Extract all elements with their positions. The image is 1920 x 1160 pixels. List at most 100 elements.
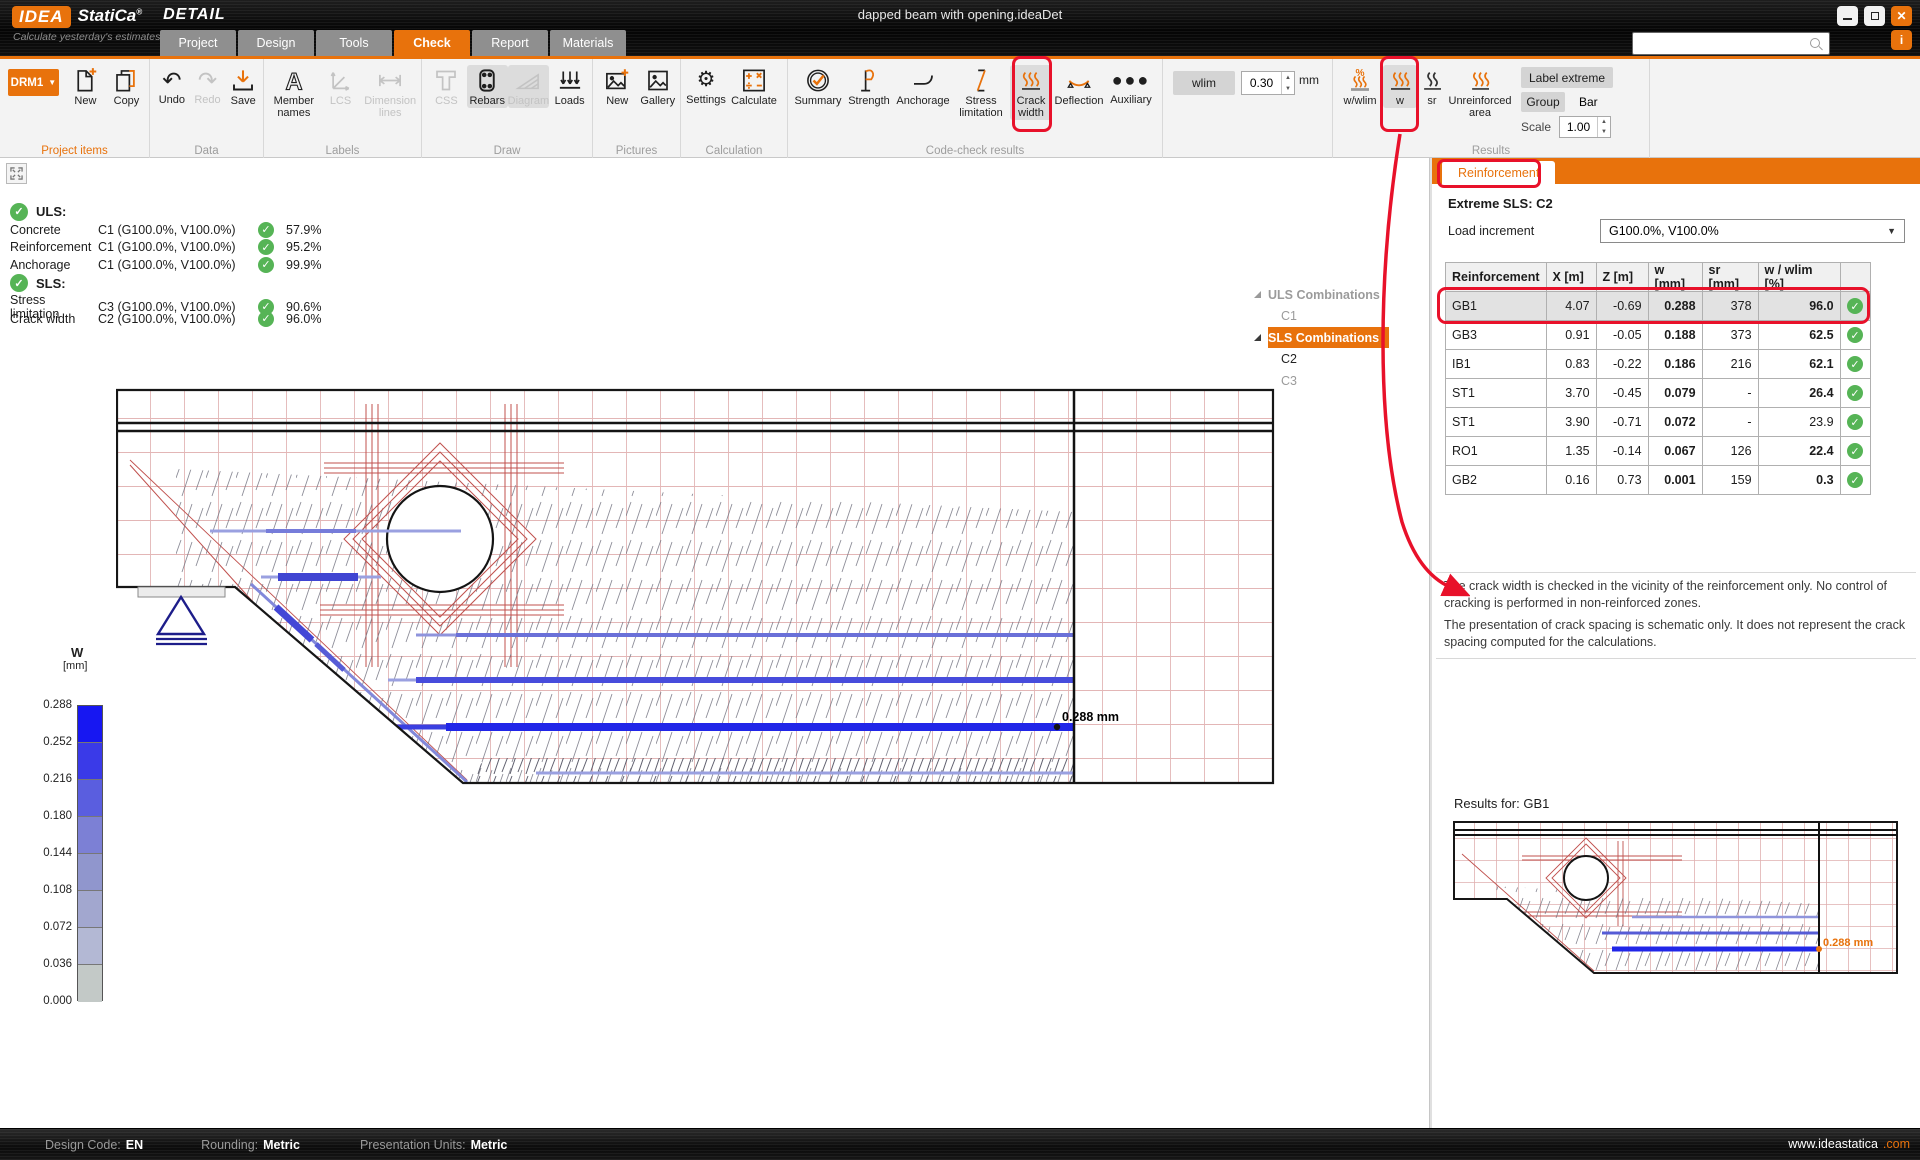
save-button[interactable]: Save [225,65,261,108]
expander-icon[interactable] [1254,291,1261,298]
check-icon [1847,356,1863,372]
wlim-stepper[interactable]: 0.30 ▲▼ [1241,71,1295,95]
expand-arrows-icon [10,167,23,180]
sls-title: SLS: [36,276,66,291]
design-code: Design Code:EN [45,1138,143,1152]
summary-row: ConcreteC1 (G100.0%, V100.0%) 57.9% [10,221,328,239]
new-picture-button[interactable]: New [597,65,638,108]
search-box[interactable] [1632,32,1830,55]
new-project-item-button[interactable]: New [65,65,106,108]
website-link[interactable]: www.ideastatica.com [1788,1137,1910,1151]
deflection-button[interactable]: Deflection [1052,65,1106,108]
unreinforced-area-toggle[interactable]: Unreinforced area [1447,65,1513,120]
fit-view-button[interactable] [6,163,27,184]
member-names-button[interactable]: A Member names [268,65,320,120]
tab-design[interactable]: Design [238,30,314,56]
check-icon [1847,385,1863,401]
summary-button[interactable]: Summary [792,65,844,108]
crack-width-button[interactable]: Crack width [1010,65,1052,120]
minimize-button[interactable] [1837,6,1858,26]
minimize-icon [1843,18,1852,20]
load-increment-label: Load increment [1448,224,1534,238]
table-row[interactable]: GB30.91 -0.050.188 37362.5 [1446,321,1871,350]
group-label: Project items [0,145,149,157]
check-summary: ULS: ConcreteC1 (G100.0%, V100.0%) 57.9%… [10,202,328,328]
table-row[interactable]: ST13.70 -0.450.079 -26.4 [1446,379,1871,408]
check-icon [258,239,274,255]
support-pad [138,587,225,597]
extreme-point-dot [1054,724,1060,730]
table-row[interactable]: GB14.07 -0.690.288 37896.0 [1446,292,1871,321]
project-item-selector[interactable]: DRM1▼ [8,69,59,96]
check-icon [10,274,28,292]
table-row[interactable]: RO11.35 -0.140.067 12622.4 [1446,437,1871,466]
strength-button[interactable]: Strength [844,65,894,108]
label-extreme-button[interactable]: Label extreme [1521,67,1613,88]
w-icon [1386,67,1414,94]
title-bar: IDEA StatiCa® DETAIL Calculate yesterday… [0,0,1920,56]
group-label: Labels [264,145,421,157]
tree-item-c3[interactable]: C3 [1254,370,1420,392]
axes-icon [327,67,355,94]
tree-item-c2[interactable]: C2 [1254,348,1420,370]
tab-reinforcement[interactable]: Reinforcement [1442,161,1555,184]
diagram-icon [514,67,542,94]
tree-item-c1[interactable]: C1 [1254,305,1420,327]
w-wlim-toggle[interactable]: % w/wlim [1337,65,1383,108]
check-icon [258,222,274,238]
main-canvas[interactable]: ULS: ConcreteC1 (G100.0%, V100.0%) 57.9%… [0,158,1429,1128]
tab-materials[interactable]: Materials [550,30,626,56]
step-down-icon: ▼ [1598,127,1610,137]
table-row[interactable]: IB10.83 -0.220.186 21662.1 [1446,350,1871,379]
expander-icon[interactable] [1254,334,1261,341]
wlim-button[interactable]: wlim [1173,71,1235,95]
legend-unit: [mm] [63,660,87,672]
bar-toggle[interactable]: Bar [1579,95,1598,109]
gallery-button[interactable]: Gallery [638,65,679,108]
tab-project[interactable]: Project [160,30,236,56]
auxiliary-button[interactable]: ●●● Auxiliary [1106,65,1156,107]
maximize-button[interactable] [1864,6,1885,26]
tree-uls-combinations[interactable]: ULS Combinations [1254,284,1420,305]
crack-width-icon [1017,67,1045,94]
undo-button[interactable]: ↶ Undo [154,65,190,107]
table-row[interactable]: ST13.90 -0.710.072 -23.9 [1446,408,1871,437]
ribbon: DRM1▼ New Copy Project items ↶ Undo [0,59,1920,158]
sr-toggle[interactable]: sr [1417,65,1447,108]
crack-width-label: 0.288 mm [1062,710,1119,724]
w-toggle[interactable]: w [1383,65,1417,108]
close-button[interactable]: ✕ [1891,6,1912,26]
rebars-button[interactable]: Rebars [467,65,508,108]
search-input[interactable] [1633,37,1809,51]
group-label: Results [1333,145,1649,157]
stress-limitation-button[interactable]: Stress limitation [952,65,1010,120]
lcs-button: LCS [320,65,362,108]
support-ground-lines [156,639,207,644]
beam-opening [387,486,493,592]
copy-project-item-button[interactable]: Copy [106,65,147,108]
check-icon [1847,414,1863,430]
anchorage-icon [909,67,937,94]
summary-row: AnchorageC1 (G100.0%, V100.0%) 99.9% [10,256,328,274]
check-icon [258,257,274,273]
beam-drawing: 0.288 mm [116,384,1276,796]
w-wlim-icon: % [1346,67,1374,94]
tree-sls-combinations[interactable]: SLS Combinations [1254,327,1420,348]
scale-stepper[interactable]: 1.00 ▲▼ [1559,116,1611,138]
anchorage-button[interactable]: Anchorage [894,65,952,108]
group-results: % w/wlim w sr [1333,59,1650,158]
info-button[interactable]: i [1891,30,1912,50]
group-label: Data [150,145,263,157]
group-project-items: DRM1▼ New Copy Project items [0,59,150,158]
tab-report[interactable]: Report [472,30,548,56]
load-increment-select[interactable]: G100.0%, V100.0%▼ [1600,219,1905,243]
group-toggle[interactable]: Group [1521,92,1565,112]
loads-button[interactable]: Loads [549,65,590,108]
table-row[interactable]: GB20.16 0.730.001 1590.3 [1446,466,1871,495]
combinations-tree: ULS Combinations C1 SLS Combinations C2 … [1254,284,1420,392]
tab-check[interactable]: Check [394,30,470,56]
tab-tools[interactable]: Tools [316,30,392,56]
calculate-button[interactable]: Calculate [727,65,781,108]
settings-button[interactable]: ⚙ Settings [685,65,727,107]
check-icon [1847,443,1863,459]
